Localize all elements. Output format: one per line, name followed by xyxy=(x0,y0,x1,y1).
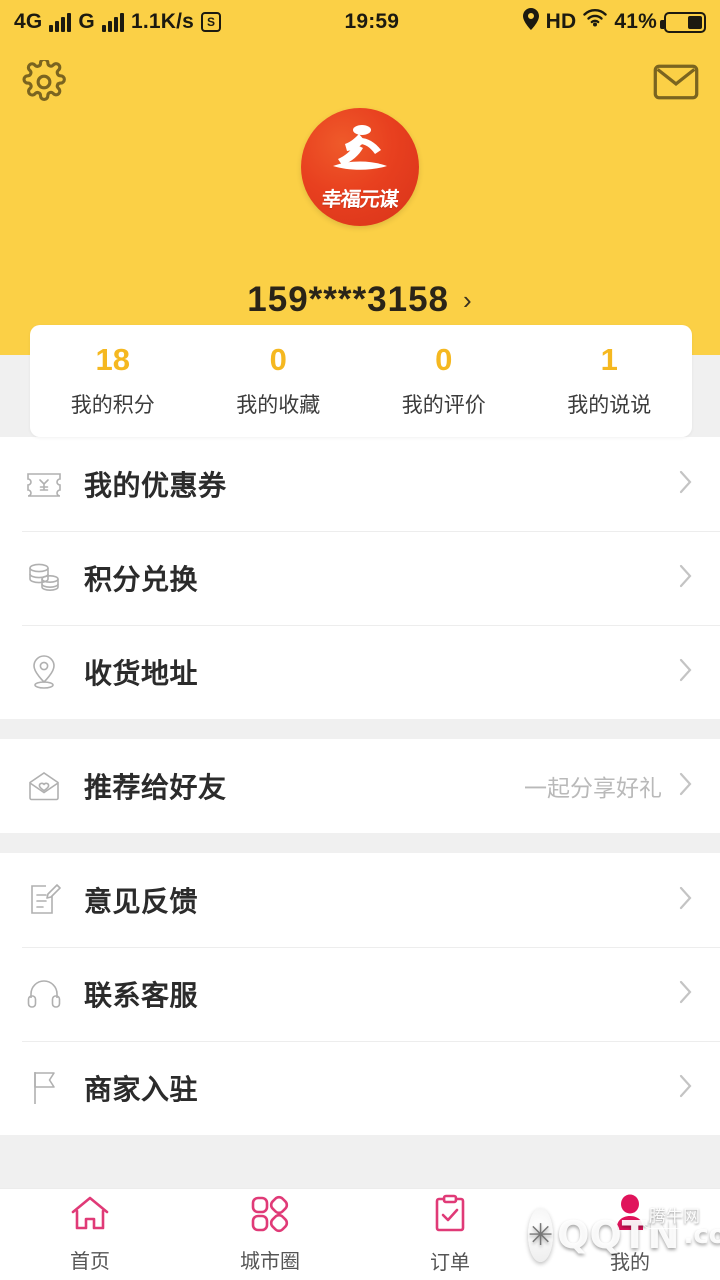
menu-item-shipping-address[interactable]: 收货地址 xyxy=(0,625,720,719)
sim-badge-icon: S xyxy=(201,12,222,32)
carrier-second-label: G xyxy=(78,10,95,33)
tab-label: 我的 xyxy=(610,1252,650,1274)
tab-label: 订单 xyxy=(430,1252,470,1274)
tab-label: 城市圈 xyxy=(240,1251,300,1273)
menu-content: 我的优惠券 积分兑换 收货地址 推荐给好友 一起分享好礼 意见反馈 联系客服 商… xyxy=(0,437,720,1188)
location-pin-icon xyxy=(22,650,66,694)
stat-label: 我的说说 xyxy=(567,393,652,417)
chevron-right-icon xyxy=(678,978,694,1011)
menu-item-recommend-friend[interactable]: 推荐给好友 一起分享好礼 xyxy=(0,739,720,833)
profile-header: 幸福元谋 159****3158 › xyxy=(0,44,720,355)
status-bar-right: HD 41% xyxy=(522,8,706,36)
chevron-right-icon xyxy=(678,1072,694,1105)
status-bar-left: 4G G 1.1K/s S xyxy=(14,10,222,34)
menu-group-support: 意见反馈 联系客服 商家入驻 xyxy=(0,853,720,1135)
battery-percent-label: 41% xyxy=(614,10,657,33)
menu-item-label: 意见反馈 xyxy=(84,886,199,917)
envelope-icon xyxy=(653,62,699,107)
menu-item-label: 联系客服 xyxy=(84,980,199,1011)
clipboard-check-icon xyxy=(431,1194,469,1239)
account-phone-row[interactable]: 159****3158 › xyxy=(0,280,720,320)
home-icon xyxy=(69,1195,111,1238)
menu-item-points-exchange[interactable]: 积分兑换 xyxy=(0,531,720,625)
stat-item-favorites[interactable]: 0 我的收藏 xyxy=(196,344,362,419)
menu-item-coupons[interactable]: 我的优惠券 xyxy=(0,437,720,531)
feedback-edit-icon xyxy=(22,878,66,922)
menu-item-label: 积分兑换 xyxy=(84,564,199,595)
clover-icon xyxy=(249,1195,291,1238)
signal-bars-secondary-icon xyxy=(101,12,124,32)
menu-item-label: 我的优惠券 xyxy=(84,470,227,501)
chevron-right-icon xyxy=(678,468,694,501)
network-type-label: 4G xyxy=(14,10,43,33)
battery-icon xyxy=(660,11,706,33)
stat-value: 0 xyxy=(435,341,453,377)
location-pin-icon xyxy=(522,8,539,36)
status-bar: 4G G 1.1K/s S 19:59 HD 41% xyxy=(0,0,720,44)
tab-profile[interactable]: 我的 xyxy=(540,1194,720,1275)
logo-circle: 幸福元谋 xyxy=(301,108,419,226)
person-icon xyxy=(611,1194,649,1239)
menu-item-label: 商家入驻 xyxy=(84,1074,199,1105)
status-bar-center: 19:59 xyxy=(221,10,523,34)
account-phone-label: 159****3158 xyxy=(247,280,450,319)
hd-label: HD xyxy=(545,10,577,33)
data-rate-label: 1.1K/s xyxy=(130,10,195,33)
stat-label: 我的收藏 xyxy=(236,393,321,417)
gear-icon xyxy=(22,57,66,109)
menu-item-label: 推荐给好友 xyxy=(84,772,227,803)
menu-item-label: 收货地址 xyxy=(84,658,199,689)
tab-city-circle[interactable]: 城市圈 xyxy=(180,1195,360,1274)
group-divider xyxy=(0,719,720,739)
envelope-heart-icon xyxy=(22,764,66,808)
coupon-icon xyxy=(22,462,66,506)
stat-value: 18 xyxy=(95,341,130,377)
tab-orders[interactable]: 订单 xyxy=(360,1194,540,1275)
signal-bars-icon xyxy=(49,12,72,32)
headset-icon xyxy=(22,972,66,1016)
menu-item-contact-service[interactable]: 联系客服 xyxy=(0,947,720,1041)
wifi-icon xyxy=(583,9,608,35)
chevron-right-icon xyxy=(678,770,694,803)
chevron-right-icon xyxy=(678,562,694,595)
chevron-right-icon xyxy=(678,656,694,689)
flag-icon xyxy=(22,1066,66,1110)
menu-group-share: 推荐给好友 一起分享好礼 xyxy=(0,739,720,833)
menu-item-hint: 一起分享好礼 xyxy=(524,775,662,801)
stat-label: 我的评价 xyxy=(401,393,486,417)
brand-logo: 幸福元谋 xyxy=(301,108,419,226)
stat-item-reviews[interactable]: 0 我的评价 xyxy=(361,344,527,419)
chevron-right-icon xyxy=(678,884,694,917)
group-divider xyxy=(0,833,720,853)
clock-label: 19:59 xyxy=(344,10,400,33)
running-figure-icon xyxy=(325,124,395,174)
stat-item-points[interactable]: 18 我的积分 xyxy=(30,344,196,419)
menu-group-account: 我的优惠券 积分兑换 收货地址 xyxy=(0,437,720,719)
stat-value: 1 xyxy=(600,341,618,377)
messages-button[interactable] xyxy=(650,58,702,110)
logo-text: 幸福元谋 xyxy=(320,187,400,211)
stat-value: 0 xyxy=(269,341,287,377)
bottom-tab-bar: 首页 城市圈 订单 我的 xyxy=(0,1188,720,1280)
stats-card: 18 我的积分 0 我的收藏 0 我的评价 1 我的说说 xyxy=(30,325,692,437)
menu-item-feedback[interactable]: 意见反馈 xyxy=(0,853,720,947)
stat-label: 我的积分 xyxy=(70,393,155,417)
menu-item-merchant-join[interactable]: 商家入驻 xyxy=(0,1041,720,1135)
tab-home[interactable]: 首页 xyxy=(0,1195,180,1274)
chevron-right-icon: › xyxy=(463,284,473,315)
stat-item-posts[interactable]: 1 我的说说 xyxy=(527,344,693,419)
settings-button[interactable] xyxy=(18,57,70,110)
tab-label: 首页 xyxy=(70,1251,110,1273)
coins-icon xyxy=(22,556,66,600)
